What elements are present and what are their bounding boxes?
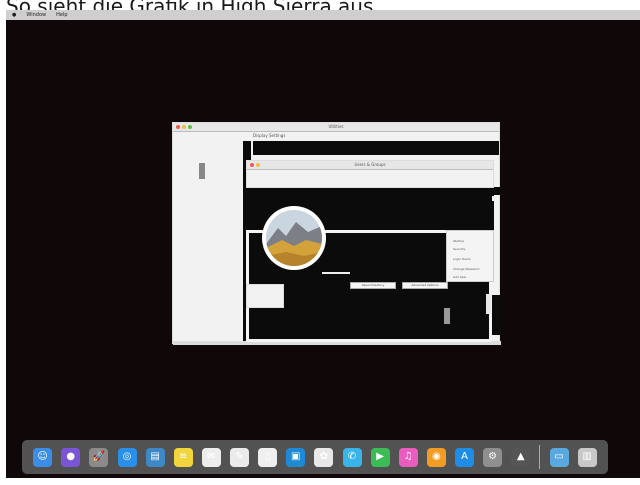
preview-icon[interactable]: ▤ [145,447,165,467]
menu-bar: ● Window Help [6,10,640,20]
front-window-title: Users & Groups [354,162,386,167]
minimize-icon[interactable] [256,163,260,167]
ibooks-icon[interactable]: ◉ [426,447,446,467]
high-sierra-wallpaper [266,210,322,266]
tv-icon[interactable]: ▲ [511,447,531,467]
close-icon[interactable] [176,125,180,129]
open-directory-button[interactable]: Open Directory [350,282,396,289]
siri-icon[interactable]: ● [61,447,81,467]
menu-window[interactable]: Window [26,12,46,18]
folder-icon[interactable]: ▭ [549,447,569,467]
side-menu-item[interactable]: Startup [453,239,464,243]
side-menu-item[interactable]: Change Password [453,267,479,271]
preview-box [246,284,284,308]
apple-menu-icon[interactable]: ● [12,12,16,18]
small-white-square [492,196,497,201]
close-icon[interactable] [250,163,254,167]
app-store-icon[interactable]: A [455,447,474,467]
small-icon-stack [444,308,450,324]
front-window-titlebar[interactable]: Users & Groups [247,161,493,170]
pages-icon[interactable]: ▯ [258,447,278,467]
user-avatar[interactable] [262,206,326,270]
photos-folder-icon[interactable]: ▣ [286,447,306,467]
messages-icon[interactable]: ✆ [342,447,362,467]
front-window: Users & Groups [246,160,494,188]
back-window-icon [199,163,205,179]
dock: ☺ ● 🚀 ◎ ▤ ≡ ✉ ✎ ▯ ▣ ✿ ✆ ▶ ♫ ◉ A ⚙ ▲ ▭ ▥ [22,440,608,474]
advanced-options-button[interactable]: Advanced Options [402,282,448,289]
photos-icon[interactable]: ✿ [314,447,334,467]
menu-help[interactable]: Help [56,12,67,18]
back-window-dark-bar [253,141,499,155]
launchpad-icon[interactable]: 🚀 [89,447,109,467]
side-menu: Startup Security Login Items Change Pass… [446,230,494,282]
finder-icon[interactable]: ☺ [33,447,53,467]
system-preferences-icon[interactable]: ⚙ [483,447,503,467]
dock-separator [539,445,541,469]
safari-icon[interactable]: ◎ [117,447,137,467]
scroll-indicator[interactable] [486,294,491,314]
back-window-title: Utilities [328,124,344,129]
facetime-icon[interactable]: ▶ [370,447,390,467]
back-window-titlebar[interactable]: Utilities [173,123,499,132]
minimize-icon[interactable] [182,125,186,129]
avatar-underline [322,272,350,274]
zoom-icon[interactable] [188,125,192,129]
side-menu-item[interactable]: Add User [453,275,467,279]
trash-icon[interactable]: ▥ [577,447,597,467]
mail-icon[interactable]: ✉ [201,447,221,467]
photographed-monitor: ● Window Help Utilities Display Settings… [6,10,640,478]
side-menu-item[interactable]: Security [453,247,465,251]
back-window-subtitle: Display Settings [253,133,286,138]
textedit-icon[interactable]: ✎ [230,447,249,467]
side-menu-item[interactable]: Login Items [453,257,470,261]
itunes-icon[interactable]: ♫ [398,447,418,467]
notes-icon[interactable]: ≡ [173,447,193,467]
